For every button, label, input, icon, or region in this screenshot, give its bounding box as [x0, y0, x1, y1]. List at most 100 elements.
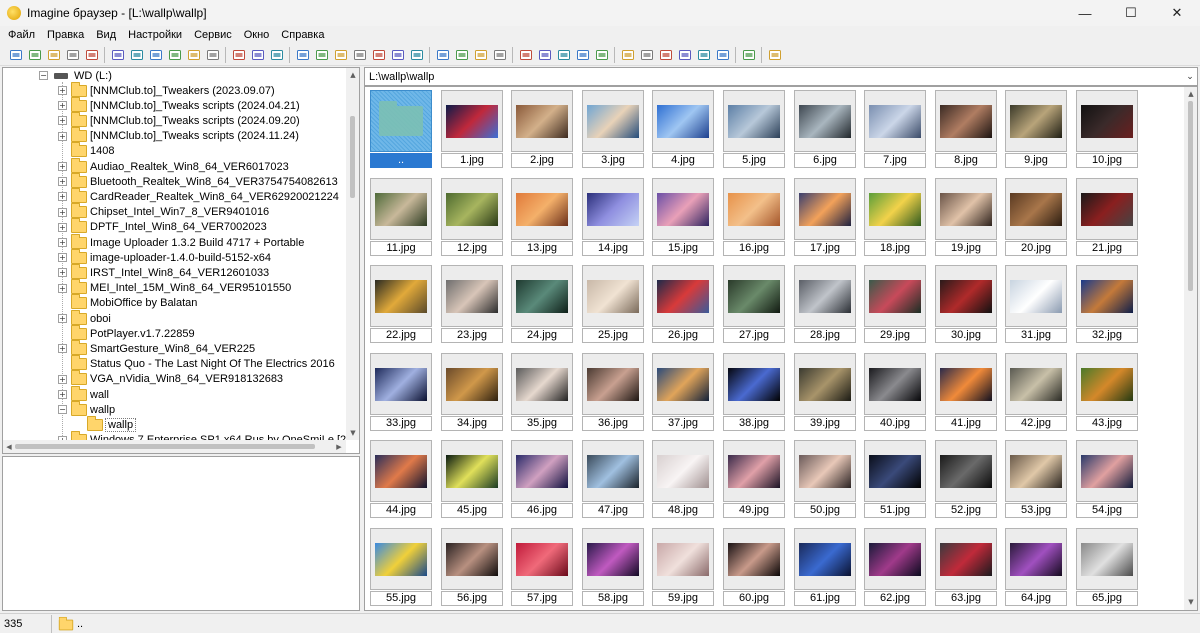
thumbnail-frame[interactable]: [1076, 265, 1138, 327]
scroll-left-icon[interactable]: ◀: [4, 442, 14, 452]
image-thumbnail[interactable]: 10.jpg: [1076, 90, 1138, 168]
image-thumbnail[interactable]: 31.jpg: [1005, 265, 1067, 343]
thumbnail-frame[interactable]: [864, 440, 926, 502]
expand-icon[interactable]: +: [58, 238, 67, 247]
edit-icon[interactable]: [741, 47, 757, 63]
image-thumbnail[interactable]: 52.jpg: [935, 440, 997, 518]
view-large-icon[interactable]: [518, 47, 534, 63]
expand-icon[interactable]: +: [58, 344, 67, 354]
thumbnail-frame[interactable]: [1076, 353, 1138, 415]
expand-icon[interactable]: +: [58, 192, 67, 202]
thumbnail-frame[interactable]: [441, 90, 503, 152]
tree-folder[interactable]: + Image Uploader 1.3.2 Build 4717 + Porta…: [58, 233, 304, 250]
thumbnail-frame[interactable]: [1005, 178, 1067, 240]
thumbnail-frame[interactable]: [370, 528, 432, 590]
thumbnail-frame[interactable]: [864, 353, 926, 415]
thumbnail-frame[interactable]: [935, 440, 997, 502]
tree-folder[interactable]: + Chipset_Intel_Win7_8_VER9401016: [58, 203, 269, 220]
image-thumbnail[interactable]: 13.jpg: [511, 178, 573, 256]
collapse-icon[interactable]: −: [39, 71, 48, 80]
rename-icon[interactable]: [167, 47, 183, 63]
thumbnail-frame[interactable]: [1005, 440, 1067, 502]
tree-item-drive[interactable]: − WD (L:): [39, 68, 112, 83]
tree-hscroll-thumb[interactable]: [15, 444, 315, 449]
thumbnail-frame[interactable]: [511, 265, 573, 327]
thumbnail-frame[interactable]: [1076, 528, 1138, 590]
thumbnail-frame[interactable]: [441, 178, 503, 240]
image-thumbnail[interactable]: 49.jpg: [723, 440, 785, 518]
refresh-icon[interactable]: [492, 47, 508, 63]
scroll-down-icon[interactable]: ▼: [348, 428, 358, 438]
image-thumbnail[interactable]: 37.jpg: [652, 353, 714, 431]
tree-folder[interactable]: + wall: [58, 385, 109, 402]
image-thumbnail[interactable]: 62.jpg: [864, 528, 926, 606]
image-thumbnail[interactable]: 61.jpg: [794, 528, 856, 606]
scroll-up-icon[interactable]: ▲: [1186, 89, 1196, 99]
tree-horizontal-scrollbar[interactable]: ◀ ▶: [3, 440, 346, 453]
thumbnail-frame[interactable]: [652, 90, 714, 152]
image-thumbnail[interactable]: 22.jpg: [370, 265, 432, 343]
thumbnail-frame[interactable]: [1005, 528, 1067, 590]
copy-to-icon[interactable]: [250, 47, 266, 63]
menu-item-4[interactable]: Сервис: [188, 26, 238, 44]
image-thumbnail[interactable]: 53.jpg: [1005, 440, 1067, 518]
image-thumbnail[interactable]: 9.jpg: [1005, 90, 1067, 168]
image-thumbnail[interactable]: 6.jpg: [794, 90, 856, 168]
thumbnail-frame[interactable]: [511, 178, 573, 240]
thumbnail-frame[interactable]: [370, 353, 432, 415]
image-thumbnail[interactable]: 60.jpg: [723, 528, 785, 606]
menu-item-1[interactable]: Правка: [41, 26, 90, 44]
tree-folder[interactable]: PotPlayer.v1.7.22859: [58, 324, 195, 341]
image-thumbnail[interactable]: 18.jpg: [864, 178, 926, 256]
thumbnail-frame[interactable]: [370, 178, 432, 240]
scroll-right-icon[interactable]: ▶: [334, 442, 344, 452]
thumbnail-frame[interactable]: [935, 353, 997, 415]
thumbnail-frame[interactable]: [794, 265, 856, 327]
image-thumbnail[interactable]: 20.jpg: [1005, 178, 1067, 256]
tree-folder[interactable]: + oboi: [58, 309, 111, 326]
tree-folder[interactable]: + Bluetooth_Realtek_Win8_64_VER3754754082…: [58, 172, 338, 189]
thumbnail-frame[interactable]: [864, 90, 926, 152]
expand-icon[interactable]: +: [58, 314, 67, 323]
expand-icon[interactable]: +: [58, 222, 67, 232]
tree-folder-selected[interactable]: wallp: [87, 415, 137, 432]
image-thumbnail[interactable]: 5.jpg: [723, 90, 785, 168]
thumbnail-frame[interactable]: [723, 440, 785, 502]
image-thumbnail[interactable]: 42.jpg: [1005, 353, 1067, 431]
forward-icon[interactable]: [473, 47, 489, 63]
expand-icon[interactable]: +: [58, 101, 67, 111]
scroll-down-icon[interactable]: ▼: [1186, 597, 1196, 607]
tree-folder[interactable]: + image-uploader-1.4.0-build-5152-x64: [58, 248, 271, 265]
view-list-icon[interactable]: [575, 47, 591, 63]
tree-folder[interactable]: + SmartGesture_Win8_64_VER225: [58, 339, 255, 356]
image-thumbnail[interactable]: 23.jpg: [441, 265, 503, 343]
image-thumbnail[interactable]: 34.jpg: [441, 353, 503, 431]
image-thumbnail[interactable]: 63.jpg: [935, 528, 997, 606]
thumbnail-frame[interactable]: [794, 528, 856, 590]
thumbnail-frame[interactable]: [1005, 265, 1067, 327]
thumbnail-frame[interactable]: [794, 353, 856, 415]
image-thumbnail[interactable]: 27.jpg: [723, 265, 785, 343]
expand-icon[interactable]: +: [58, 253, 67, 263]
delete-icon[interactable]: [205, 47, 221, 63]
tree-vertical-scrollbar[interactable]: ▲ ▼: [346, 68, 359, 440]
image-thumbnail[interactable]: 3.jpg: [582, 90, 644, 168]
image-thumbnail[interactable]: 33.jpg: [370, 353, 432, 431]
image-thumbnail[interactable]: 45.jpg: [441, 440, 503, 518]
thumbnail-frame[interactable]: [370, 440, 432, 502]
thumbnail-frame[interactable]: [511, 440, 573, 502]
tools-icon[interactable]: [620, 47, 636, 63]
image-thumbnail[interactable]: 58.jpg: [582, 528, 644, 606]
slideshow-icon[interactable]: [409, 47, 425, 63]
close-button[interactable]: ✕: [1154, 0, 1200, 26]
parent-folder-thumbnail[interactable]: ..: [370, 90, 432, 168]
menu-item-0[interactable]: Файл: [2, 26, 41, 44]
print-icon[interactable]: [84, 47, 100, 63]
image-thumbnail[interactable]: 56.jpg: [441, 528, 503, 606]
browse-icon[interactable]: [27, 47, 43, 63]
thumbnail-frame[interactable]: [1076, 90, 1138, 152]
tree-folder[interactable]: + VGA_nVidia_Win8_64_VER918132683: [58, 370, 283, 387]
image-thumbnail[interactable]: 48.jpg: [652, 440, 714, 518]
expand-icon[interactable]: +: [58, 390, 67, 399]
thumbnail-frame[interactable]: [723, 528, 785, 590]
